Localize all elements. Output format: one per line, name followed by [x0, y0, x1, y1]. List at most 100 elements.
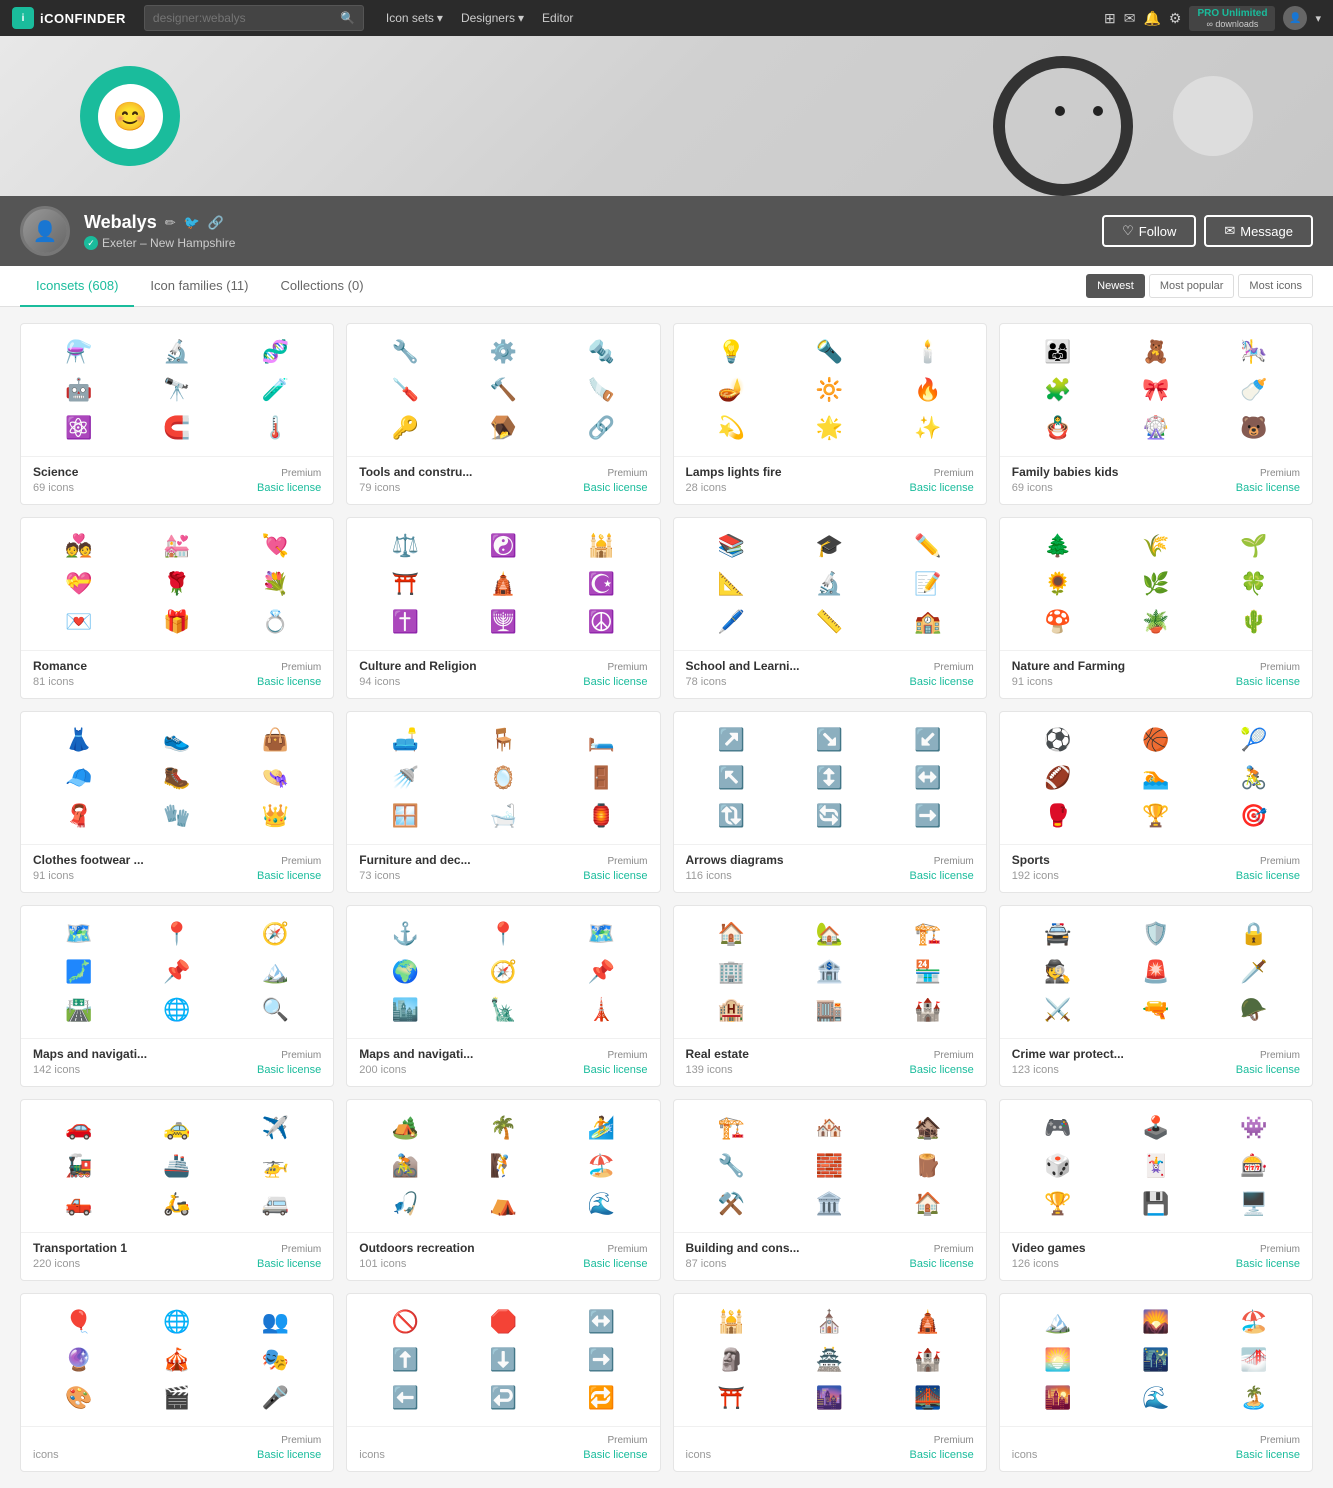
- card-count: 192 icons: [1012, 870, 1059, 882]
- icon-grid: ⚗️🔬🧬🤖🔭🧪⚛️🧲🌡️SciencePremium69 iconsBasic …: [20, 323, 1313, 1472]
- preview-icon: 🔬: [814, 568, 846, 600]
- icon-set-card[interactable]: 🗺️📍🧭🗾📌🏔️🛣️🌐🔍Maps and navigati...Premium1…: [20, 905, 334, 1087]
- chevron-down-icon[interactable]: ▾: [1315, 12, 1321, 25]
- card-license: Basic license: [257, 1449, 321, 1461]
- edit-icon[interactable]: ✏: [165, 215, 176, 231]
- icon-set-card[interactable]: 💡🔦🕯️🪔🔆🔥💫🌟✨Lamps lights firePremium28 ico…: [673, 323, 987, 505]
- search-box[interactable]: 🔍: [144, 5, 364, 31]
- icon-set-card[interactable]: 🎈🌐👥🔮🎪🎭🎨🎬🎤PremiumiconsBasic license: [20, 1293, 334, 1472]
- logo-area[interactable]: i iCONFINDER: [12, 7, 126, 29]
- icon-set-card[interactable]: 💑💒💘💝🌹💐💌🎁💍RomancePremium81 iconsBasic lic…: [20, 517, 334, 699]
- nav-designers[interactable]: Designers ▾: [453, 7, 532, 29]
- card-premium-badge: Premium: [934, 1244, 974, 1255]
- preview-icon: 🧲: [161, 412, 193, 444]
- preview-icon: 👨‍👩‍👧: [1042, 336, 1074, 368]
- search-input[interactable]: [153, 11, 334, 25]
- preview-icon: 🌊: [585, 1188, 617, 1220]
- card-premium-badge: Premium: [934, 468, 974, 479]
- link-icon[interactable]: 🔗: [208, 215, 224, 231]
- tab-iconsets[interactable]: Iconsets (608): [20, 266, 134, 307]
- preview-icon: 🧢: [63, 762, 95, 794]
- icon-set-card[interactable]: 👨‍👩‍👧🧸🎠🧩🎀🍼🪆🎡🐻Family babies kidsPremium69…: [999, 323, 1313, 505]
- preview-icon: 🌐: [161, 1306, 193, 1338]
- card-info: Crime war protect...Premium123 iconsBasi…: [1000, 1038, 1312, 1086]
- card-info: Maps and navigati...Premium142 iconsBasi…: [21, 1038, 333, 1086]
- sort-newest[interactable]: Newest: [1086, 274, 1145, 298]
- card-info: Building and cons...Premium87 iconsBasic…: [674, 1232, 986, 1280]
- settings-icon[interactable]: ⚙: [1169, 10, 1182, 27]
- preview-icon: 🧣: [63, 800, 95, 832]
- preview-icon: ↗️: [716, 724, 748, 756]
- card-title: Family babies kids: [1012, 465, 1119, 479]
- preview-icon: ⚙️: [487, 336, 519, 368]
- preview-icon: 🏛️: [814, 1188, 846, 1220]
- icon-set-card[interactable]: 🕌⛪🛕🗿🏯🏰⛩️🌆🌉PremiumiconsBasic license: [673, 1293, 987, 1472]
- icon-set-card[interactable]: ⚖️☯️🕌⛩️🛕☪️✝️🕎☮️Culture and ReligionPremi…: [346, 517, 660, 699]
- preview-icon: 🚕: [161, 1112, 193, 1144]
- card-preview: 🎮🕹️👾🎲🃏🎰🏆💾🖥️: [1000, 1100, 1312, 1232]
- twitter-icon[interactable]: 🐦: [184, 215, 200, 231]
- user-avatar[interactable]: 👤: [1283, 6, 1307, 30]
- preview-icon: 👑: [259, 800, 291, 832]
- tab-collections[interactable]: Collections (0): [264, 266, 379, 307]
- preview-icon: 🧱: [814, 1150, 846, 1182]
- nav-editor[interactable]: Editor: [534, 7, 581, 29]
- icon-set-card[interactable]: ⚗️🔬🧬🤖🔭🧪⚛️🧲🌡️SciencePremium69 iconsBasic …: [20, 323, 334, 505]
- banner-logo: 😊: [80, 66, 180, 166]
- nav-icon-sets[interactable]: Icon sets ▾: [378, 7, 451, 29]
- notification-icon[interactable]: 🔔: [1143, 10, 1160, 27]
- card-premium-badge: Premium: [1260, 856, 1300, 867]
- preview-icon: 🚁: [259, 1150, 291, 1182]
- icon-set-card[interactable]: ⚽🏀🎾🏈🏊🚴🥊🏆🎯SportsPremium192 iconsBasic lic…: [999, 711, 1313, 893]
- preview-icon: 🎭: [259, 1344, 291, 1376]
- icon-set-card[interactable]: 🔧⚙️🔩🪛🔨🪚🔑🪤🔗Tools and constru...Premium79 …: [346, 323, 660, 505]
- card-preview: 🚗🚕✈️🚂🚢🚁🛻🛵🚐: [21, 1100, 333, 1232]
- preview-icon: 🔁: [585, 1382, 617, 1414]
- preview-icon: ⬆️: [389, 1344, 421, 1376]
- tab-icon-families[interactable]: Icon families (11): [134, 266, 264, 307]
- icon-set-card[interactable]: 🎮🕹️👾🎲🃏🎰🏆💾🖥️Video gamesPremium126 iconsBa…: [999, 1099, 1313, 1281]
- icon-set-card[interactable]: ⚓📍🗺️🌍🧭📌🏙️🗽🗼Maps and navigati...Premium20…: [346, 905, 660, 1087]
- preview-icon: ⛩️: [389, 568, 421, 600]
- icon-set-card[interactable]: 🌲🌾🌱🌻🌿🍀🍄🪴🌵Nature and FarmingPremium91 ico…: [999, 517, 1313, 699]
- icon-set-card[interactable]: 🏕️🌴🏄🚵🧗🏖️🎣⛺🌊Outdoors recreationPremium101…: [346, 1099, 660, 1281]
- card-info: PremiumiconsBasic license: [1000, 1426, 1312, 1471]
- preview-icon: 🚔: [1042, 918, 1074, 950]
- card-premium-badge: Premium: [1260, 1244, 1300, 1255]
- card-license: Basic license: [583, 676, 647, 688]
- icon-set-card[interactable]: 🏠🏡🏗️🏢🏦🏪🏨🏬🏰Real estatePremium139 iconsBas…: [673, 905, 987, 1087]
- icon-set-card[interactable]: 🏔️🌄🏖️🌅🌃🌁🌇🌊🏝️PremiumiconsBasic license: [999, 1293, 1313, 1472]
- icon-set-card[interactable]: 🚔🛡️🔒🕵️🚨🗡️⚔️🔫🪖Crime war protect...Premium…: [999, 905, 1313, 1087]
- sort-most-icons[interactable]: Most icons: [1238, 274, 1313, 298]
- card-title: Video games: [1012, 1241, 1086, 1255]
- preview-icon: ↩️: [487, 1382, 519, 1414]
- profile-banner: 😊: [0, 36, 1333, 196]
- sort-most-popular[interactable]: Most popular: [1149, 274, 1235, 298]
- grid-icon[interactable]: ⊞: [1104, 10, 1116, 27]
- preview-icon: 🔧: [716, 1150, 748, 1182]
- preview-icon: 🔫: [1140, 994, 1172, 1026]
- preview-icon: ↕️: [814, 762, 846, 794]
- card-license: Basic license: [1236, 676, 1300, 688]
- mail-icon[interactable]: ✉: [1124, 10, 1136, 27]
- icon-set-card[interactable]: 📚🎓✏️📐🔬📝🖊️📏🏫School and Learni...Premium78…: [673, 517, 987, 699]
- icon-set-card[interactable]: 🛋️🪑🛏️🚿🪞🚪🪟🛁🏮Furniture and dec...Premium73…: [346, 711, 660, 893]
- preview-icon: ⛩️: [716, 1382, 748, 1414]
- preview-icon: 🕎: [487, 606, 519, 638]
- preview-icon: 🎪: [161, 1344, 193, 1376]
- card-premium-badge: Premium: [934, 1050, 974, 1061]
- preview-icon: 🏄: [585, 1112, 617, 1144]
- follow-button[interactable]: ♡ Follow: [1102, 215, 1196, 247]
- preview-icon: 🎁: [161, 606, 193, 638]
- icon-set-card[interactable]: 🚗🚕✈️🚂🚢🚁🛻🛵🚐Transportation 1Premium220 ico…: [20, 1099, 334, 1281]
- preview-icon: 🌊: [1140, 1382, 1172, 1414]
- message-button[interactable]: ✉ Message: [1204, 215, 1313, 247]
- preview-icon: 🎀: [1140, 374, 1172, 406]
- icon-set-card[interactable]: 🚫🛑↔️⬆️⬇️➡️⬅️↩️🔁PremiumiconsBasic license: [346, 1293, 660, 1472]
- preview-icon: 🍼: [1238, 374, 1270, 406]
- preview-icon: 🪛: [389, 374, 421, 406]
- card-preview: 💑💒💘💝🌹💐💌🎁💍: [21, 518, 333, 650]
- icon-set-card[interactable]: ↗️↘️↙️↖️↕️↔️🔃🔄➡️Arrows diagramsPremium11…: [673, 711, 987, 893]
- icon-set-card[interactable]: 👗👟👜🧢🥾👒🧣🧤👑Clothes footwear ...Premium91 i…: [20, 711, 334, 893]
- icon-set-card[interactable]: 🏗️🏘️🏚️🔧🧱🪵⚒️🏛️🏠Building and cons...Premiu…: [673, 1099, 987, 1281]
